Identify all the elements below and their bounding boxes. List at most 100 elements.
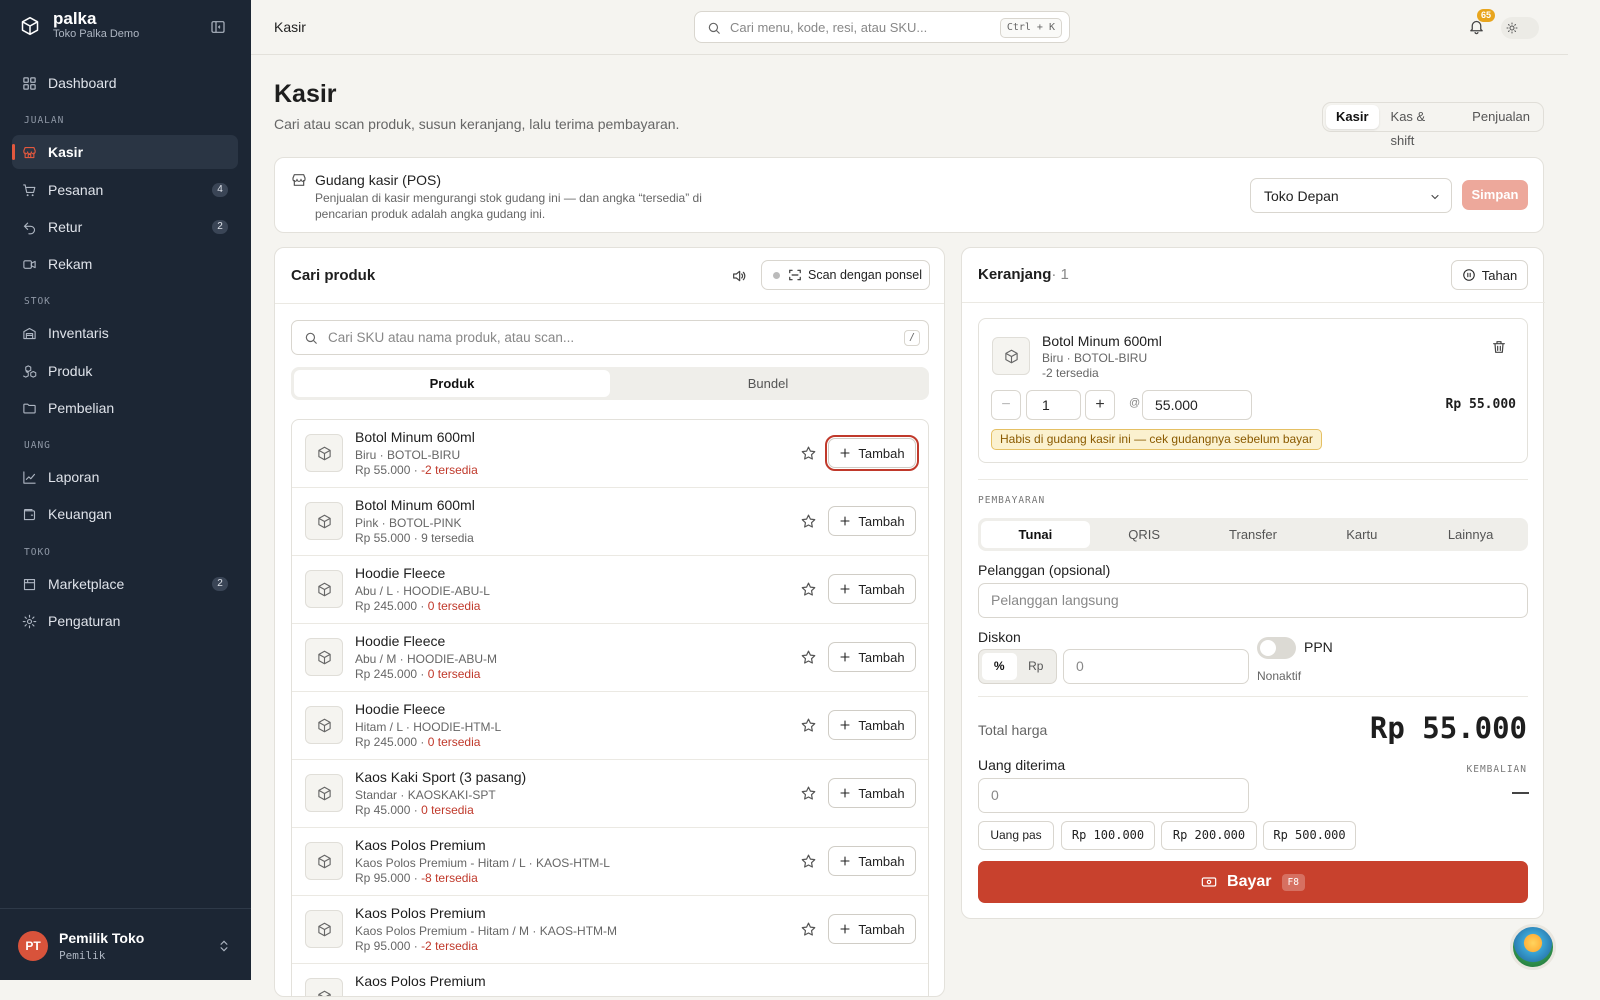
save-button[interactable]: Simpan — [1462, 180, 1528, 210]
sidebar-item-pengaturan[interactable]: Pengaturan — [12, 604, 238, 638]
amount-200k-chip[interactable]: Rp 200.000 — [1161, 821, 1257, 850]
add-to-cart-button[interactable]: Tambah — [828, 642, 916, 672]
cart-item-stock: -2 tersedia — [1042, 366, 1099, 380]
sidebar-item-kasir[interactable]: Kasir — [12, 135, 238, 169]
tab-kas-shift[interactable]: Kas & shift — [1381, 105, 1461, 148]
sidebar-item-keuangan[interactable]: Keuangan — [12, 497, 238, 531]
add-to-cart-button[interactable]: Tambah — [828, 778, 916, 808]
discount-rupiah-option[interactable]: Rp — [1019, 653, 1054, 680]
sidebar-collapse-icon[interactable] — [210, 19, 226, 35]
sidebar-item-pesanan[interactable]: Pesanan 4 — [12, 173, 238, 207]
sidebar-item-laporan[interactable]: Laporan — [12, 460, 238, 494]
global-search-input[interactable]: Cari menu, kode, resi, atau SKU... Ctrl … — [694, 11, 1070, 43]
discount-input[interactable]: 0 — [1063, 649, 1249, 684]
sidebar-item-label: Rekam — [48, 256, 93, 272]
product-thumbnail — [305, 978, 343, 996]
star-icon[interactable] — [800, 921, 817, 938]
add-to-cart-button[interactable]: Tambah — [828, 574, 916, 604]
tab-transfer[interactable]: Transfer — [1199, 521, 1308, 548]
trash-icon[interactable] — [1491, 339, 1507, 355]
product-row: Hoodie Fleece Abu / L · HOODIE-ABU-L Rp 24… — [292, 556, 928, 624]
product-panel-title: Cari produk — [291, 267, 376, 284]
sidebar-item-produk[interactable]: Produk — [12, 354, 238, 388]
decrease-qty-button[interactable]: − — [991, 390, 1021, 420]
product-variant: Abu / M · HOODIE-ABU-M — [355, 652, 498, 666]
speaker-icon[interactable] — [731, 268, 747, 284]
sidebar-item-label: Inventaris — [48, 325, 109, 341]
add-to-cart-button[interactable]: Tambah — [828, 506, 916, 536]
add-to-cart-button[interactable]: Tambah — [828, 846, 916, 876]
product-search-input[interactable]: Cari SKU atau nama produk, atau scan... … — [291, 320, 929, 355]
sidebar-item-inventaris[interactable]: Inventaris — [12, 316, 238, 350]
cart-item-subtotal: Rp 55.000 — [1445, 397, 1516, 412]
sidebar-item-pembelian[interactable]: Pembelian — [12, 391, 238, 425]
amount-100k-chip[interactable]: Rp 100.000 — [1061, 821, 1155, 850]
tab-lainnya[interactable]: Lainnya — [1416, 521, 1525, 548]
add-to-cart-button[interactable]: Tambah — [828, 914, 916, 944]
customer-input[interactable]: Pelanggan langsung — [978, 583, 1528, 618]
sidebar-item-label: Marketplace — [48, 576, 125, 592]
product-price-stock: Rp 95.000 · -2 tersedia — [355, 939, 478, 953]
scan-with-phone-button[interactable]: Scan dengan ponsel — [761, 260, 930, 290]
star-icon[interactable] — [800, 649, 817, 666]
sidebar-item-label: Pembelian — [48, 400, 115, 416]
tab-tunai[interactable]: Tunai — [981, 521, 1090, 548]
sidebar-item-dashboard[interactable]: Dashboard — [12, 66, 238, 100]
pay-button[interactable]: Bayar F8 — [978, 861, 1528, 903]
tab-kartu[interactable]: Kartu — [1307, 521, 1416, 548]
customer-label: Pelanggan (opsional) — [978, 562, 1111, 578]
star-icon[interactable] — [800, 445, 817, 462]
tab-penjualan[interactable]: Penjualan — [1462, 105, 1540, 129]
at-symbol: @ — [1129, 397, 1141, 409]
product-list: Botol Minum 600ml Biru · BOTOL-BIRU Rp 55.… — [291, 419, 929, 996]
star-icon[interactable] — [800, 853, 817, 870]
unit-price-input[interactable]: 55.000 — [1142, 390, 1252, 420]
total-value: Rp 55.000 — [1369, 711, 1527, 745]
sidebar-item-retur[interactable]: Retur 2 — [12, 210, 238, 244]
warehouse-select[interactable]: Toko Depan — [1250, 178, 1452, 213]
product-name: Botol Minum 600ml — [355, 429, 475, 445]
star-icon[interactable] — [800, 717, 817, 734]
avatar: PT — [18, 931, 48, 961]
product-price-stock: Rp 55.000 · 9 tersedia — [355, 531, 474, 545]
product-name: Hoodie Fleece — [355, 701, 446, 717]
sidebar-item-marketplace[interactable]: Marketplace 2 — [12, 567, 238, 601]
star-icon[interactable] — [800, 785, 817, 802]
box-icon — [317, 446, 332, 461]
tab-kasir[interactable]: Kasir — [1326, 105, 1379, 129]
warehouse-icon — [292, 174, 306, 186]
tab-produk[interactable]: Produk — [294, 370, 610, 397]
discount-label: Diskon — [978, 629, 1021, 645]
exact-amount-chip[interactable]: Uang pas — [978, 821, 1054, 850]
box-icon — [317, 514, 332, 529]
increase-qty-button[interactable]: + — [1085, 390, 1115, 420]
tab-bundel[interactable]: Bundel — [610, 370, 926, 397]
product-row: Kaos Polos Premium — [292, 964, 928, 996]
nav-section-stok: STOK — [24, 296, 51, 307]
nav-section-jualan: JUALAN — [24, 115, 65, 126]
box-icon — [317, 718, 332, 733]
palka-logo-icon — [20, 16, 40, 36]
discount-percent-option[interactable]: % — [982, 653, 1017, 680]
hold-button[interactable]: Tahan — [1451, 260, 1528, 290]
theme-toggle[interactable] — [1501, 17, 1539, 39]
brand[interactable]: palka Toko Palka Demo — [20, 10, 139, 41]
product-stock: 0 tersedia — [427, 667, 481, 681]
star-icon[interactable] — [800, 581, 817, 598]
quantity-input[interactable]: 1 — [1026, 390, 1081, 420]
plus-icon — [839, 651, 851, 663]
nav-section-toko: TOKO — [24, 547, 51, 558]
received-input[interactable]: 0 — [978, 778, 1249, 813]
tab-qris[interactable]: QRIS — [1090, 521, 1199, 548]
stock-warning: Habis di gudang kasir ini — cek gudangny… — [991, 429, 1322, 450]
amount-500k-chip[interactable]: Rp 500.000 — [1263, 821, 1356, 850]
ppn-toggle[interactable] — [1257, 637, 1296, 659]
add-to-cart-button[interactable]: Tambah — [825, 435, 919, 471]
sidebar-item-rekam[interactable]: Rekam — [12, 247, 238, 281]
add-to-cart-button[interactable]: Tambah — [828, 710, 916, 740]
cart-title-label: Keranjang — [978, 266, 1052, 283]
star-icon[interactable] — [800, 513, 817, 530]
add-label: Tambah — [858, 649, 905, 665]
assistant-avatar[interactable] — [1510, 924, 1556, 970]
user-menu[interactable]: PT Pemilik Toko Pemilik — [0, 908, 251, 980]
